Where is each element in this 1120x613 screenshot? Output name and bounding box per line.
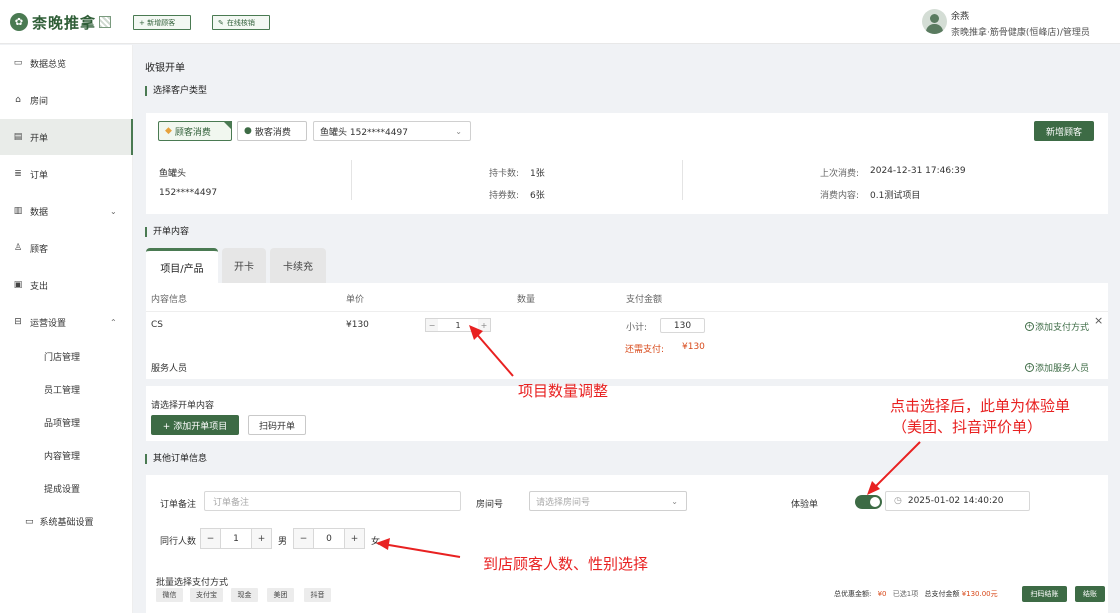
annotation-trial-line2: （美团、抖音评价单） xyxy=(892,418,1043,436)
annotation-arrows xyxy=(376,325,921,558)
qty-arrow xyxy=(473,330,514,377)
trial-arrow xyxy=(872,441,921,490)
annotation-qty-adjust: 项目数量调整 xyxy=(518,382,609,400)
annotation-gender-select: 到店顾客人数、性别选择 xyxy=(483,555,649,573)
annotation-trial-line1: 点击选择后，此单为体验单 xyxy=(890,397,1071,415)
gender-arrow xyxy=(382,543,461,558)
gender-arrow-head xyxy=(376,538,390,550)
